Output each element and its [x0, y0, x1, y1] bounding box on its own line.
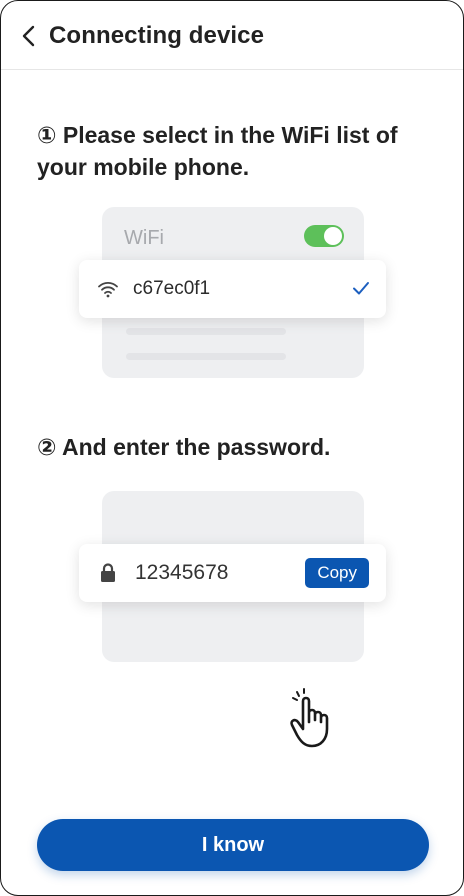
- tap-hand-icon: [290, 688, 329, 748]
- lock-icon: [97, 562, 119, 584]
- phone-frame: Connecting device ① Please select in the…: [0, 0, 464, 896]
- chevron-left-icon: [22, 25, 35, 47]
- step-two-instruction: ② And enter the password.: [37, 434, 331, 460]
- check-icon: [353, 282, 369, 295]
- page-title: Connecting device: [49, 22, 265, 49]
- wifi-icon: [97, 278, 119, 300]
- wifi-network-name: c67ec0f1: [133, 278, 211, 299]
- step-one-instruction: ① Please select in the WiFi list of your…: [37, 122, 398, 180]
- copy-button[interactable]: Copy: [305, 558, 369, 588]
- wifi-network-item[interactable]: c67ec0f1: [79, 260, 386, 318]
- i-know-button[interactable]: I know: [37, 819, 429, 871]
- password-value: 12345678: [135, 561, 229, 584]
- app-header: Connecting device: [1, 1, 463, 70]
- password-item: 12345678 Copy: [79, 544, 386, 602]
- placeholder-line: [126, 353, 286, 360]
- back-button[interactable]: [15, 21, 43, 51]
- wifi-label: WiFi: [124, 227, 164, 249]
- wifi-toggle[interactable]: [304, 225, 344, 247]
- placeholder-line: [126, 328, 286, 335]
- toggle-knob: [324, 227, 342, 245]
